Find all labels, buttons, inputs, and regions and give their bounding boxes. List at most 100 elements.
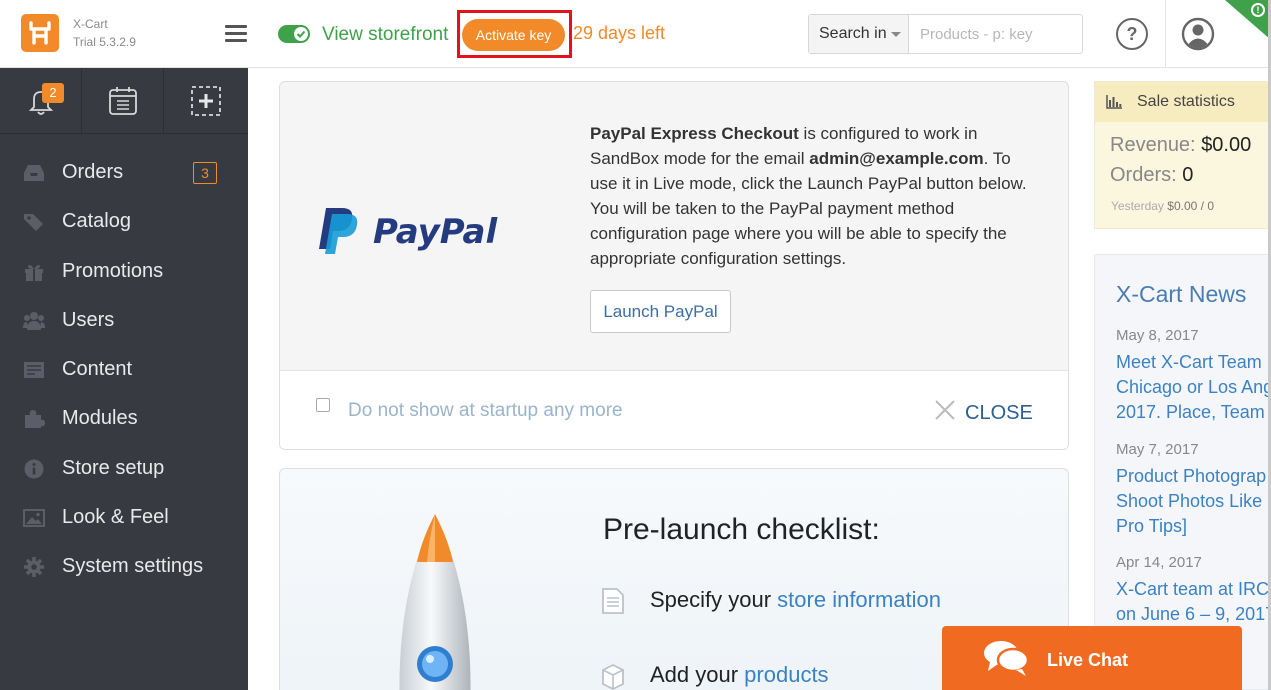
close-button[interactable]: CLOSE — [965, 402, 1033, 425]
sidebar-item-label: Content — [62, 358, 133, 381]
orders-label: Orders: — [1110, 164, 1177, 186]
header-divider — [1165, 0, 1166, 68]
status-corner-badge[interactable]: ! — [1225, 0, 1271, 40]
xcart-logo-icon[interactable] — [21, 14, 59, 52]
sidebar-item-modules[interactable]: Modules — [0, 396, 248, 445]
search-scope-label: Search in — [819, 25, 887, 42]
info-icon — [24, 459, 44, 479]
add-new-button[interactable] — [164, 68, 248, 134]
sidebar-item-label: Orders — [62, 161, 124, 183]
chevron-down-icon — [891, 32, 901, 37]
checklist-title: Pre-launch checklist: — [603, 513, 880, 546]
news-link-line: 2017. Place, Team — [1116, 402, 1265, 422]
yesterday-orders: 0 — [1207, 199, 1215, 213]
brand-version: Trial 5.3.2.9 — [73, 35, 136, 49]
sidebar-item-store-setup[interactable]: Store setup — [0, 446, 248, 495]
checklist-text: Specify your — [650, 587, 778, 612]
sidebar-nav: Orders 3 Catalog Promotions Users Conten… — [0, 150, 248, 594]
xcart-news-panel: X-Cart News May 8, 2017 Meet X-Cart Team… — [1094, 254, 1271, 690]
news-link-line: Chicago or Los Ang — [1116, 377, 1271, 397]
news-link-line: X-Cart team at IRCI — [1116, 579, 1271, 599]
paypal-logo: PayPal — [318, 204, 518, 261]
launch-paypal-button[interactable]: Launch PayPal — [590, 290, 731, 333]
news-link[interactable]: Meet X-Cart Team Chicago or Los Ang 2017… — [1116, 350, 1271, 425]
calendar-icon — [109, 87, 137, 115]
paypal-email: admin@example.com — [809, 149, 984, 168]
inbox-icon — [24, 165, 44, 181]
yesterday-label: Yesterday — [1111, 199, 1164, 213]
search-box: Search in — [808, 14, 1083, 54]
live-chat-button[interactable]: Live Chat — [942, 626, 1242, 690]
sale-statistics-title: Sale statistics — [1137, 93, 1235, 110]
dont-show-label[interactable]: Do not show at startup any more — [348, 400, 623, 422]
store-information-link[interactable]: store information — [777, 587, 941, 612]
search-scope-select[interactable]: Search in — [809, 15, 909, 53]
gear-icon — [24, 557, 44, 578]
sidebar-item-label: Look & Feel — [62, 506, 169, 529]
sidebar-item-label: Catalog — [62, 210, 131, 233]
paypal-notice-card: PayPal PayPal Express Checkout is config… — [279, 81, 1069, 450]
puzzle-icon — [25, 410, 45, 429]
dont-show-checkbox[interactable] — [316, 398, 330, 412]
news-link[interactable]: Product Photograp Shoot Photos Like Pro … — [1116, 464, 1271, 539]
orders-value: 0 — [1182, 164, 1194, 186]
orders-count-badge: 3 — [193, 162, 217, 184]
sidebar-quick-actions: 2 — [0, 68, 248, 134]
sale-statistics-panel: Sale statistics Revenue: $0.00 Orders: 0… — [1094, 81, 1271, 229]
products-link[interactable]: products — [744, 662, 828, 687]
sale-statistics-header[interactable]: Sale statistics — [1095, 82, 1271, 122]
paypal-logo-text: PayPal — [373, 212, 498, 252]
document-icon — [602, 588, 624, 614]
sidebar-item-content[interactable]: Content — [0, 347, 248, 396]
news-date: May 8, 2017 — [1116, 327, 1199, 344]
help-icon[interactable]: ? — [1116, 18, 1148, 50]
exclamation-icon: ! — [1251, 3, 1265, 17]
paypal-message: PayPal Express Checkout is configured to… — [590, 121, 1030, 271]
view-storefront-link[interactable]: View storefront — [322, 24, 448, 46]
sidebar-item-users[interactable]: Users — [0, 298, 248, 347]
content-icon — [24, 362, 44, 379]
news-link-line: Pro Tips] — [1116, 516, 1188, 536]
news-link-line: Meet X-Cart Team — [1116, 352, 1262, 372]
box-icon — [602, 663, 624, 690]
user-avatar-icon[interactable] — [1181, 17, 1215, 51]
search-input[interactable] — [909, 15, 1082, 53]
add-dashed-square-icon — [191, 86, 221, 116]
sidebar-item-system-settings[interactable]: System settings — [0, 544, 248, 593]
sidebar-item-label: Store setup — [62, 456, 165, 479]
gift-icon — [25, 264, 43, 281]
yesterday-stat: Yesterday $0.00 / 0 — [1111, 199, 1214, 213]
news-item: May 8, 2017 Meet X-Cart Team Chicago or … — [1116, 327, 1271, 425]
storefront-preview-button[interactable] — [82, 68, 164, 134]
sidebar-item-orders[interactable]: Orders 3 — [0, 150, 248, 199]
sidebar-item-label: System settings — [62, 555, 204, 578]
revenue-label: Revenue: — [1110, 134, 1196, 156]
live-chat-label: Live Chat — [1047, 650, 1129, 670]
news-link-line: Product Photograp — [1116, 466, 1267, 486]
users-icon — [23, 311, 45, 330]
image-icon — [23, 509, 45, 528]
news-date: Apr 14, 2017 — [1116, 554, 1202, 571]
sidebar-item-catalog[interactable]: Catalog — [0, 199, 248, 248]
sidebar-item-label: Users — [62, 308, 115, 331]
sidebar-item-look-and-feel[interactable]: Look & Feel — [0, 495, 248, 544]
notifications-button[interactable]: 2 — [0, 68, 82, 134]
chat-bubbles-icon — [984, 641, 1030, 676]
paypal-product-name: PayPal Express Checkout — [590, 124, 799, 143]
close-icon[interactable] — [934, 399, 956, 421]
sidebar-item-label: Promotions — [62, 259, 164, 282]
revenue-stat: Revenue: $0.00 — [1110, 134, 1251, 157]
news-link[interactable]: X-Cart team at IRCI on June 6 – 9, 2017 — [1116, 577, 1271, 627]
storefront-toggle[interactable] — [278, 25, 310, 43]
sidebar-item-label: Modules — [62, 407, 138, 430]
news-link-line: Shoot Photos Like — [1116, 491, 1263, 511]
paypal-card-footer: Do not show at startup any more CLOSE — [280, 370, 1068, 449]
news-item: May 7, 2017 Product Photograp Shoot Phot… — [1116, 441, 1271, 539]
news-item: Apr 14, 2017 X-Cart team at IRCI on June… — [1116, 554, 1271, 627]
brand-name: X-Cart — [73, 17, 108, 31]
notifications-count-badge: 2 — [42, 83, 64, 103]
hamburger-menu-icon[interactable] — [225, 25, 247, 43]
tag-icon — [24, 214, 43, 232]
sidebar-item-promotions[interactable]: Promotions — [0, 249, 248, 298]
activate-key-button[interactable]: Activate key — [462, 19, 565, 51]
